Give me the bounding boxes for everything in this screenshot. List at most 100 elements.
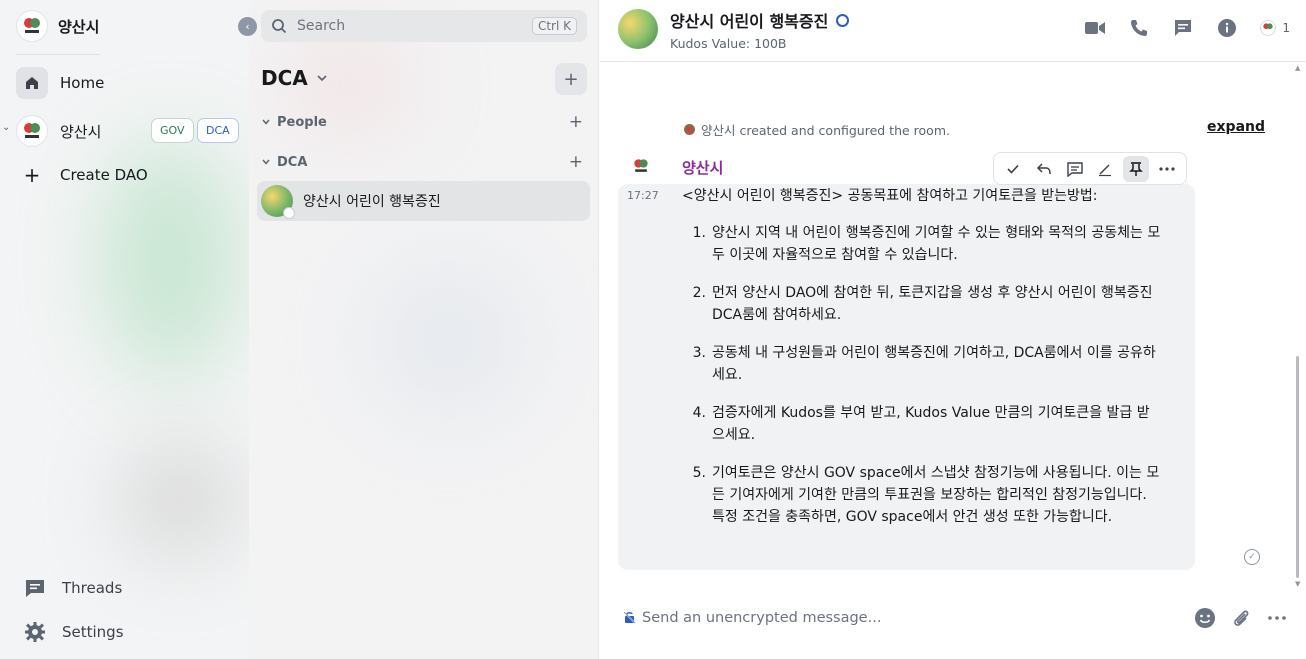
message-composer bbox=[600, 598, 1306, 638]
badge-gov[interactable]: GOV bbox=[151, 118, 194, 143]
video-call-icon[interactable] bbox=[1084, 17, 1106, 39]
checkmark-icon[interactable] bbox=[1000, 156, 1026, 182]
space-name: 양산시 bbox=[58, 17, 100, 36]
list-item: 5. 기여토큰은 양산시 GOV space에서 스냅샷 참정기능에 사용됩니다.… bbox=[682, 462, 1162, 528]
list-number: 3. bbox=[692, 345, 706, 361]
nav-home[interactable]: Home bbox=[16, 67, 104, 99]
space-sidebar: 양산시 Home ⌄ 양산시 GOV DCA + Create DAO Thre… bbox=[0, 0, 249, 659]
room-list-title-label: DCA bbox=[261, 66, 308, 90]
thread-reply-icon[interactable] bbox=[1062, 156, 1088, 182]
list-text: 기여토큰은 양산시 GOV space에서 스냅샷 참정기능에 사용됩니다. 이… bbox=[712, 465, 1160, 525]
edit-icon[interactable] bbox=[1092, 156, 1118, 182]
room-created-text: 양산시 created and configured the room. bbox=[701, 123, 950, 138]
room-avatar bbox=[261, 185, 295, 219]
space-item[interactable]: 양산시 bbox=[16, 115, 101, 147]
add-dca-room-button[interactable]: + bbox=[569, 152, 583, 172]
home-icon bbox=[16, 67, 48, 99]
globe-icon bbox=[836, 13, 850, 27]
unencrypted-lock-icon bbox=[624, 611, 635, 623]
section-dca-label: DCA bbox=[277, 154, 308, 170]
room-title-text: 양산시 어린이 행복증진 bbox=[670, 12, 829, 31]
message-input[interactable] bbox=[642, 606, 1182, 630]
composer-actions bbox=[1194, 607, 1288, 629]
pin-icon[interactable] bbox=[1122, 155, 1149, 182]
list-text: 먼저 양산시 DAO에 참여한 뒤, 토큰지갑을 생성 후 양산시 어린이 행복… bbox=[712, 285, 1153, 323]
threads-icon bbox=[26, 580, 44, 597]
scroll-down-arrow[interactable]: ▼ bbox=[1295, 580, 1300, 588]
chevron-down-icon bbox=[262, 119, 270, 125]
room-list-title[interactable]: DCA bbox=[261, 66, 328, 90]
space-logo-icon bbox=[16, 115, 48, 147]
search-shortcut: Ctrl K bbox=[531, 17, 577, 35]
room-name: 양산시 어린이 행복증진 bbox=[303, 194, 441, 210]
section-people[interactable]: People + bbox=[261, 112, 587, 132]
list-number: 5. bbox=[692, 465, 706, 481]
room-list-panel: Search Ctrl K DCA + People + DCA + 양산시 어… bbox=[249, 0, 599, 659]
message-list: 1. 양산시 지역 내 어린이 행복증진에 기여할 수 있는 형태와 목적의 공동… bbox=[682, 222, 1162, 544]
background-glow bbox=[369, 260, 529, 420]
room-created-notice: 양산시 created and configured the room. bbox=[684, 120, 950, 139]
info-icon[interactable] bbox=[1216, 17, 1238, 39]
chevron-left-icon: ‹ bbox=[245, 20, 250, 33]
avatar bbox=[684, 124, 695, 135]
member-count[interactable]: 1 bbox=[1260, 20, 1290, 36]
add-room-button[interactable]: + bbox=[555, 63, 587, 95]
room-title[interactable]: 양산시 어린이 행복증진 bbox=[670, 8, 850, 32]
list-text: 공동체 내 구성원들과 어린이 행복증진에 기여하고, DCA룸에서 이를 공유… bbox=[712, 345, 1156, 383]
scroll-up-arrow[interactable]: ▲ bbox=[1295, 64, 1300, 72]
more-options-icon[interactable] bbox=[1154, 156, 1180, 182]
badge-dca[interactable]: DCA bbox=[197, 118, 239, 143]
attachment-icon[interactable] bbox=[1230, 607, 1252, 629]
settings-label: Settings bbox=[62, 623, 124, 641]
space-logo-icon bbox=[16, 10, 48, 42]
sender-name[interactable]: 양산시 bbox=[682, 157, 723, 178]
member-avatar bbox=[1260, 20, 1277, 36]
list-number: 1. bbox=[692, 225, 706, 241]
room-subtitle: Kudos Value: 100B bbox=[670, 36, 787, 51]
message-intro: <양산시 어린이 행복증진> 공동목표에 참여하고 기여토큰을 받는방법: bbox=[682, 188, 1098, 204]
plus-icon: + bbox=[23, 163, 41, 187]
list-item: 2. 먼저 양산시 DAO에 참여한 뒤, 토큰지갑을 생성 후 양산시 어린이 … bbox=[682, 282, 1162, 326]
add-people-button[interactable]: + bbox=[569, 112, 583, 132]
room-list-item[interactable]: 양산시 어린이 행복증진 bbox=[257, 181, 590, 221]
message-action-bar bbox=[993, 152, 1187, 185]
reply-icon[interactable] bbox=[1031, 156, 1057, 182]
space-header[interactable]: 양산시 bbox=[16, 10, 99, 42]
settings-button[interactable]: Settings bbox=[24, 621, 124, 643]
more-options-icon[interactable] bbox=[1266, 607, 1288, 629]
gear-icon bbox=[25, 622, 45, 642]
nav-home-label: Home bbox=[60, 74, 105, 92]
section-dca[interactable]: DCA + bbox=[261, 152, 587, 172]
chevron-down-icon[interactable]: ⌄ bbox=[2, 122, 10, 133]
expand-link[interactable]: expand bbox=[1207, 119, 1265, 135]
public-icon bbox=[283, 207, 295, 219]
room-header-actions: 1 bbox=[1084, 17, 1290, 39]
divider bbox=[16, 54, 100, 55]
sender-avatar[interactable] bbox=[630, 155, 652, 177]
threads-label: Threads bbox=[62, 579, 123, 597]
list-item: 3. 공동체 내 구성원들과 어린이 행복증진에 기여하고, DCA룸에서 이를 … bbox=[682, 342, 1162, 386]
collapse-sidebar-button[interactable]: ‹ bbox=[238, 17, 257, 36]
plus-icon: + bbox=[563, 68, 579, 90]
list-number: 4. bbox=[692, 405, 706, 421]
read-receipt-icon[interactable]: ✓ bbox=[1244, 549, 1260, 565]
search-icon bbox=[272, 19, 287, 34]
list-number: 2. bbox=[692, 285, 706, 301]
chevron-down-icon bbox=[262, 159, 270, 165]
room-header: 양산시 어린이 행복증진 Kudos Value: 100B 1 bbox=[600, 0, 1306, 62]
background-glow bbox=[120, 440, 240, 560]
threads-icon[interactable] bbox=[1172, 17, 1194, 39]
member-count-value: 1 bbox=[1282, 21, 1290, 35]
message-timestamp: 17:27 bbox=[627, 189, 659, 202]
list-item: 1. 양산시 지역 내 어린이 행복증진에 기여할 수 있는 형태와 목적의 공동… bbox=[682, 222, 1162, 266]
scrollbar-thumb[interactable] bbox=[1296, 356, 1299, 578]
phone-icon[interactable] bbox=[1128, 17, 1150, 39]
emoji-icon[interactable] bbox=[1194, 607, 1216, 629]
search-input[interactable]: Search Ctrl K bbox=[261, 10, 587, 42]
space-item-label: 양산시 bbox=[60, 122, 102, 141]
list-text: 양산시 지역 내 어린이 행복증진에 기여할 수 있는 형태와 목적의 공동체는… bbox=[712, 225, 1161, 263]
room-avatar[interactable] bbox=[618, 9, 658, 49]
create-dao-label: Create DAO bbox=[60, 166, 148, 184]
create-dao-button[interactable]: + Create DAO bbox=[16, 163, 148, 187]
threads-button[interactable]: Threads bbox=[24, 577, 122, 599]
